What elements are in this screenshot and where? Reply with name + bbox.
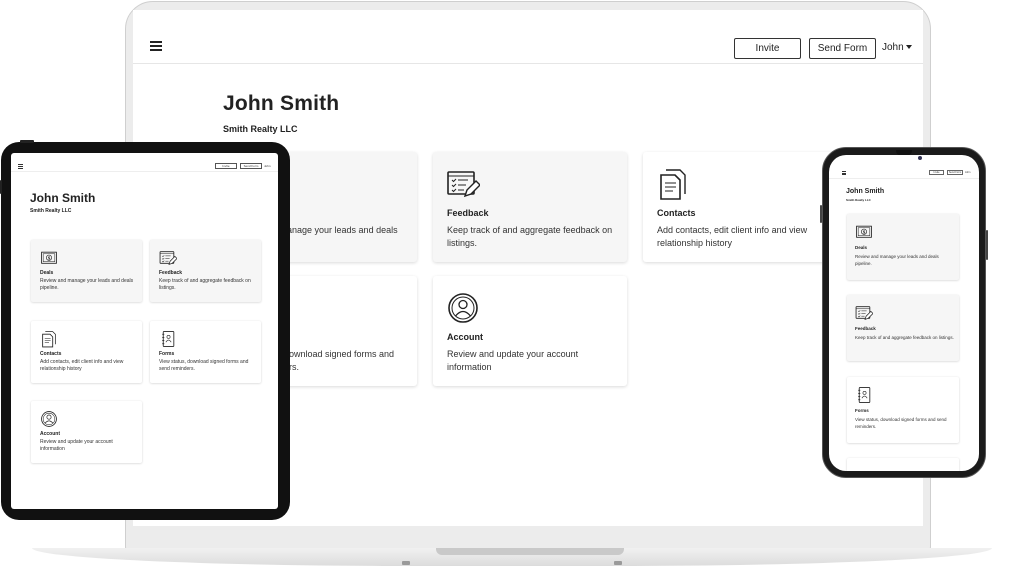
card-feedback[interactable]: Feedback Keep track of and aggregate fee… [433,152,627,262]
card-feedback-title: Feedback [447,208,489,218]
dollar-bill-icon [855,223,873,241]
send-form-button[interactable]: Send Form [947,170,963,175]
card-feedback-title: Feedback [159,270,183,276]
dollar-bill-icon [40,249,58,267]
laptop-notch [436,548,624,555]
card-account-title: Account [447,332,483,342]
invite-button[interactable]: Invite [215,163,237,169]
page-title: John Smith [30,191,96,205]
card-deals[interactable]: Deals Review and manage your leads and d… [31,240,142,302]
navbar-divider [11,171,278,172]
form-book-icon [159,330,177,348]
card-forms-description: View status, download signed forms and s… [159,359,249,372]
card-deals-description: Review and manage your leads and deals p… [40,278,134,291]
phone-camera [918,156,922,160]
user-menu[interactable]: John [965,171,970,174]
hamburger-menu-icon[interactable] [842,171,846,176]
card-forms-description: View status, download signed forms and s… [855,417,947,429]
user-circle-icon [446,291,480,325]
card-account[interactable] [847,458,959,471]
phone-screen: Invite Send Form John John Smith Smith R… [829,155,979,471]
card-deals-title: Deals [40,270,54,276]
tablet-button-top [20,140,34,143]
caret-down-icon [905,45,912,50]
page-title: John Smith [223,92,340,115]
company-name: Smith Realty LLC [846,198,871,202]
invite-button[interactable]: Invite [929,170,944,175]
card-contacts[interactable]: Contacts Add contacts, edit client info … [31,321,142,383]
card-contacts-description: Add contacts, edit client info and view … [40,359,124,372]
card-feedback-title: Feedback [855,326,876,331]
phone-power-button [986,230,988,260]
phone-notch [896,150,912,155]
card-account[interactable]: Account Review and update your account i… [31,401,142,463]
card-contacts[interactable]: Contacts Add contacts, edit client info … [643,152,837,262]
company-name: Smith Realty LLC [30,208,72,214]
tablet-screen: Invite Send Form John John Smith Smith R… [11,153,278,509]
card-deals-description: anage your leads and deals [287,225,398,235]
card-feedback[interactable]: Feedback Keep track of and aggregate fee… [847,295,959,361]
company-name: Smith Realty LLC [223,124,298,134]
card-deals[interactable]: Deals Review and manage your leads and d… [847,214,959,280]
card-account-description: Review and update your account informati… [447,349,579,372]
user-menu[interactable]: John [264,164,271,168]
card-forms[interactable]: Forms View status, download signed forms… [847,377,959,443]
forms-desc-line-1: ownload signed forms and [289,349,395,359]
navbar-divider [829,178,979,179]
document-icon [656,167,690,201]
document-icon [40,330,58,348]
form-book-icon [855,386,873,404]
card-feedback[interactable]: Feedback Keep track of and aggregate fee… [150,240,261,302]
hamburger-menu-icon[interactable] [150,41,162,53]
card-deals-description: Review and manage your leads and deals p… [855,254,939,266]
card-account-title: Account [40,431,60,437]
page-title: John Smith [846,188,885,195]
hamburger-menu-icon[interactable] [18,164,23,170]
tablet-button-side [0,180,2,194]
user-menu-label: John [882,42,904,53]
send-form-button[interactable]: Send Form [809,38,876,59]
checklist-pencil-icon [855,304,873,322]
send-form-button[interactable]: Send Form [240,163,262,169]
card-account-description: Review and update your account informati… [40,439,113,452]
user-menu[interactable]: John [882,42,912,53]
user-circle-icon [40,410,58,428]
card-feedback-description: Keep track of and aggregate feedback on … [159,278,251,291]
laptop-foot-right [614,561,622,565]
forms-desc-line-2: rs. [289,362,299,372]
card-feedback-description: Keep track of and aggregate feedback on … [447,225,613,248]
card-feedback-description: Keep track of and aggregate feedback on … [855,335,954,340]
laptop-foot-left [402,561,410,565]
card-deals-title: Deals [855,245,868,250]
card-forms[interactable]: Forms View status, download signed forms… [150,321,261,383]
top-navbar: Invite Send Form John [133,10,923,64]
card-contacts-description: Add contacts, edit client info and view … [657,225,808,248]
card-account[interactable]: Account Review and update your account i… [433,276,627,386]
card-forms-description: ownload signed forms and rs. [289,348,417,374]
card-forms-title: Forms [855,408,869,413]
checklist-pencil-icon [159,249,177,267]
invite-button[interactable]: Invite [734,38,801,59]
card-contacts-title: Contacts [40,351,62,357]
checklist-pencil-icon [446,167,480,201]
card-forms-title: Forms [159,351,175,357]
card-contacts-title: Contacts [657,208,696,218]
